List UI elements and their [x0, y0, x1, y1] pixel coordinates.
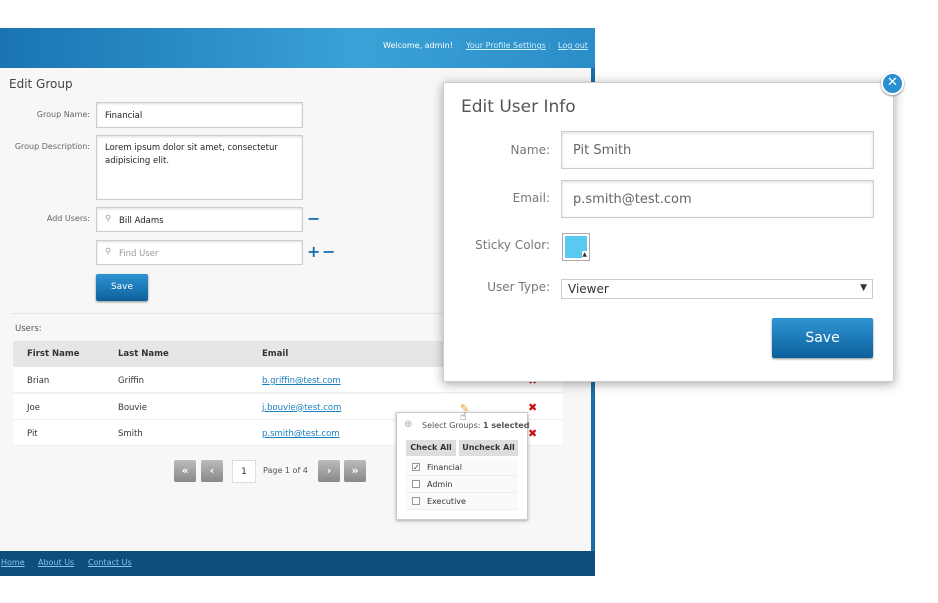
- last-page-button[interactable]: »: [344, 460, 366, 482]
- remove-user-button[interactable]: −: [307, 211, 320, 227]
- group-save-button[interactable]: Save: [96, 274, 148, 301]
- group-item[interactable]: Executive: [406, 493, 518, 510]
- sticky-color-picker[interactable]: ▲: [562, 233, 590, 261]
- selected-count: 1 selected: [483, 421, 530, 430]
- group-item[interactable]: Admin: [406, 476, 518, 493]
- group-label: Financial: [427, 463, 463, 472]
- caret-icon: ▲: [582, 251, 587, 258]
- uncheck-all-button[interactable]: Uncheck All: [459, 440, 518, 456]
- close-icon: ✕: [887, 75, 898, 90]
- footer-home-link[interactable]: Home: [1, 558, 25, 567]
- last-name-cell: Bouvie: [118, 402, 148, 413]
- page-title: Edit Group: [9, 77, 73, 91]
- group-checkbox[interactable]: [412, 497, 420, 505]
- prev-page-button[interactable]: ‹: [201, 460, 223, 482]
- email-link[interactable]: j.bouvie@test.com: [262, 403, 341, 413]
- sticky-color-label: Sticky Color:: [475, 238, 550, 252]
- email-link[interactable]: p.smith@test.com: [262, 429, 340, 439]
- first-name-cell: Brian: [27, 376, 50, 386]
- last-name-cell: Griffin: [118, 376, 145, 386]
- delete-icon[interactable]: ✖: [528, 401, 537, 414]
- added-user-value: Bill Adams: [119, 216, 164, 226]
- first-name-cell: Pit: [27, 429, 38, 439]
- col-first-name: First Name: [27, 349, 80, 359]
- email-input[interactable]: p.smith@test.com: [561, 180, 874, 218]
- col-last-name: Last Name: [118, 349, 169, 359]
- user-type-label: User Type:: [487, 280, 550, 294]
- dialog-save-button[interactable]: Save: [772, 318, 873, 358]
- group-item[interactable]: ✓ Financial: [406, 459, 518, 476]
- page-number-input[interactable]: 1: [232, 460, 256, 483]
- footer-about-link[interactable]: About Us: [38, 558, 74, 567]
- group-label: Admin: [427, 480, 453, 489]
- welcome-text: Welcome, admin!: [383, 41, 453, 50]
- first-name-cell: Joe: [27, 402, 40, 413]
- page-info: Page 1 of 4: [263, 466, 308, 475]
- col-email: Email: [262, 349, 289, 359]
- last-name-cell: Smith: [118, 429, 143, 439]
- dialog-title: Edit User Info: [461, 97, 576, 117]
- add-users-label: Add Users:: [46, 214, 90, 223]
- users-label: Users:: [15, 324, 42, 334]
- plus-circle-icon[interactable]: ⊕: [404, 419, 412, 430]
- name-input[interactable]: Pit Smith: [561, 131, 874, 169]
- email-label: Email:: [512, 191, 550, 205]
- logout-link[interactable]: Log out: [558, 41, 588, 50]
- add-user-button[interactable]: +: [307, 244, 320, 260]
- group-checkbox[interactable]: [412, 480, 420, 488]
- group-name-label: Group Name:: [36, 110, 90, 119]
- close-dialog-button[interactable]: ✕: [881, 72, 904, 95]
- search-icon: ⚲: [105, 247, 112, 257]
- search-icon: ⚲: [105, 214, 112, 224]
- chevron-down-icon: ▼: [860, 283, 867, 293]
- group-checkbox[interactable]: ✓: [412, 463, 420, 472]
- group-description-label: Group Description:: [14, 142, 90, 151]
- cursor-hand-icon: ☝: [460, 410, 467, 423]
- group-name-input[interactable]: Financial: [96, 102, 303, 128]
- first-page-button[interactable]: «: [174, 460, 196, 482]
- group-description-textarea[interactable]: Lorem ipsum dolor sit amet, consectetur …: [96, 135, 303, 200]
- footer-contact-link[interactable]: Contact Us: [88, 558, 132, 567]
- next-page-button[interactable]: ›: [318, 460, 340, 482]
- check-all-button[interactable]: Check All: [406, 440, 456, 456]
- find-user-placeholder: Find User: [119, 249, 159, 259]
- user-type-value: Viewer: [568, 282, 609, 296]
- added-user-input[interactable]: ⚲ Bill Adams: [96, 207, 303, 232]
- user-type-select[interactable]: Viewer ▼: [561, 279, 873, 299]
- profile-settings-link[interactable]: Your Profile Settings: [466, 41, 546, 50]
- select-groups-title: Select Groups:: [422, 421, 481, 430]
- color-swatch: ▲: [565, 236, 587, 258]
- email-link[interactable]: b.griffin@test.com: [262, 376, 341, 386]
- find-user-input[interactable]: ⚲ Find User: [96, 240, 303, 265]
- name-label: Name:: [510, 143, 550, 157]
- remove-user-button-2[interactable]: −: [322, 244, 335, 260]
- group-label: Executive: [427, 497, 466, 506]
